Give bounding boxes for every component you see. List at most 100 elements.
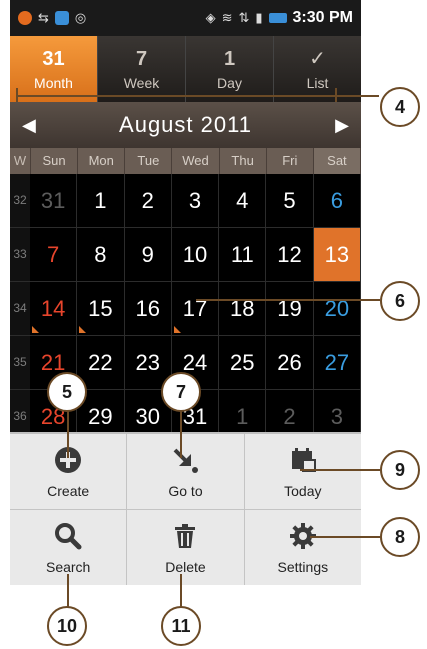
day-cell[interactable]: 16 [125,282,172,335]
options-menu-row: Search Delete Settings [10,510,361,585]
week-column-header: W [10,148,31,174]
week-row: 34 14 15 16 17 18 19 20 [10,282,361,336]
callout-line-7 [180,410,182,458]
week-row: 32 31 1 2 3 4 5 6 [10,174,361,228]
day-cell[interactable]: 14 [30,282,78,335]
callout-line-11 [180,574,182,608]
day-cell[interactable]: 17 [172,282,220,335]
tab-day-label: Day [217,74,242,91]
week-number: 35 [10,336,30,389]
callout-8: 8 [380,517,420,557]
search-label: Search [45,558,91,575]
wifi-icon: ≋ [221,10,233,25]
callout-6: 6 [380,281,420,321]
callout-line-8 [310,536,380,538]
status-time: 3:30 PM [292,9,353,26]
tab-day[interactable]: 1 Day [186,36,274,102]
callout-5: 5 [47,372,87,412]
today-button[interactable]: Today [245,434,361,509]
day-cell[interactable]: 25 [219,336,267,389]
tab-list-label: List [306,74,329,91]
day-cell[interactable]: 1 [77,174,125,227]
day-header: Mon [78,148,126,174]
day-cell[interactable]: 11 [219,228,267,281]
tab-month-label: Month [34,74,73,91]
settings-label: Settings [277,558,329,575]
tab-week[interactable]: 7 Week [98,36,186,102]
tab-month[interactable]: 31 Month [10,36,98,102]
callout-line-6 [196,299,380,301]
callout-line-9 [300,469,380,471]
tab-week-label: Week [123,74,160,91]
usb-icon: ⇆ [38,10,49,25]
tab-list[interactable]: ✓ List [274,36,361,102]
next-month-arrow-icon[interactable]: ▶ [335,115,349,136]
week-number: 32 [10,174,30,227]
callout-4: 4 [380,87,420,127]
status-bar: ⇆ ◎ ◈ ≋ ⇅ ▮ 3:30 PM [10,0,361,36]
callout-line-4-left [16,88,18,102]
delete-button[interactable]: Delete [127,510,245,585]
create-label: Create [47,482,90,499]
day-header: Wed [172,148,220,174]
go-to-label: Go to [168,482,203,499]
search-icon [53,521,83,551]
day-cell[interactable]: 7 [30,228,78,281]
view-tabs: 31 Month 7 Week 1 Day ✓ List [10,36,361,103]
day-cell[interactable]: 19 [266,282,314,335]
day-cell[interactable]: 18 [219,282,267,335]
day-cell[interactable]: 6 [314,174,361,227]
callout-9: 9 [380,450,420,490]
today-cell[interactable]: 13 [313,228,361,281]
week-row: 33 7 8 9 10 11 12 13 [10,228,361,282]
month-title: August 2011 [119,112,252,137]
callout-11: 11 [161,606,201,646]
previous-month-arrow-icon[interactable]: ◀ [22,115,36,136]
status-bar-right: ◈ ≋ ⇅ ▮ 3:30 PM [206,9,353,27]
today-label: Today [284,482,322,499]
day-cell[interactable]: 10 [172,228,220,281]
day-cell[interactable]: 20 [314,282,361,335]
notification-icon [18,11,32,25]
day-cell[interactable]: 2 [125,174,172,227]
options-menu: Create Go to Today Search Delete Setting… [10,432,361,585]
day-cell[interactable]: 8 [77,228,125,281]
day-cell[interactable]: 5 [266,174,314,227]
week-number: 34 [10,282,30,335]
bluetooth-icon: ◈ [205,10,216,25]
delete-label: Delete [165,558,206,575]
options-menu-row: Create Go to Today [10,434,361,510]
day-header: Thu [220,148,267,174]
day-header: Sun [31,148,79,174]
callout-7: 7 [161,372,201,412]
day-of-week-header: W Sun Mon Tue Wed Thu Fri Sat [10,148,361,174]
week-number: 33 [10,228,30,281]
callout-line-4 [16,95,379,97]
go-to-button[interactable]: Go to [127,434,245,509]
day-calendar-icon: 1 [223,47,236,70]
day-cell[interactable]: 15 [77,282,125,335]
day-cell[interactable]: 22 [77,336,125,389]
sync-icon: ◎ [74,10,87,25]
month-header: ◀ August 2011 ▶ [10,102,361,148]
callout-line-4-right [335,88,337,102]
day-cell[interactable]: 3 [172,174,220,227]
trash-icon [170,521,200,551]
go-to-arrow-icon [170,445,200,475]
callout-line-5 [67,410,69,458]
day-header: Sat [313,148,361,174]
day-cell[interactable]: 27 [314,336,361,389]
day-cell[interactable]: 9 [125,228,172,281]
signal-icon: ▮ [255,10,263,25]
calendar-screen: ⇆ ◎ ◈ ≋ ⇅ ▮ 3:30 PM 31 Month 7 Week 1 Da… [10,0,361,585]
settings-button[interactable]: Settings [245,510,361,585]
week-calendar-icon: 7 [135,47,148,70]
day-cell[interactable]: 12 [266,228,314,281]
day-cell[interactable]: 26 [266,336,314,389]
data-icon: ⇅ [238,10,250,25]
day-cell[interactable]: 4 [219,174,267,227]
battery-icon [268,13,287,23]
day-header: Tue [125,148,173,174]
callout-line-10 [67,574,69,608]
day-cell[interactable]: 31 [30,174,78,227]
